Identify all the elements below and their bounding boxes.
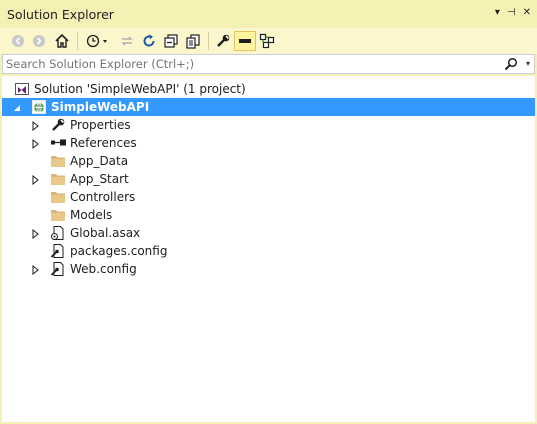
tree-item-label: Solution 'SimpleWebAPI' (1 project) [34,82,246,96]
tree-item[interactable]: Models [2,206,535,224]
tree-item-project[interactable]: SimpleWebAPI [2,98,535,116]
web-project-icon [31,99,47,115]
tree-item-label: Global.asax [70,226,141,240]
tree-item-label: SimpleWebAPI [51,100,150,114]
tree-item[interactable]: App_Start [2,170,535,188]
window-position-dropdown-icon[interactable]: ▾ [495,7,500,19]
tree-item-label: App_Data [70,154,129,168]
auto-hide-pin-icon[interactable]: ⊣ [507,7,516,19]
tree-item-label: App_Start [70,172,129,186]
pending-changes-icon[interactable] [84,31,110,51]
solution-icon [14,81,30,97]
collapsed-arrow-icon[interactable] [30,138,40,150]
toolbar-separator [208,32,209,50]
solution-tree: Solution 'SimpleWebAPI' (1 project) Simp… [2,76,535,422]
folder-icon [50,207,66,223]
tree-item[interactable]: Global.asax [2,224,535,242]
tree-item[interactable]: App_Data [2,152,535,170]
home-icon[interactable] [53,31,71,51]
properties-icon[interactable] [214,31,232,51]
config-file-icon [50,261,66,277]
panel-title: Solution Explorer [7,7,114,22]
tree-item-label: Properties [70,118,131,132]
tree-item-label: Models [70,208,113,222]
expanded-arrow-icon[interactable] [12,102,22,112]
tree-item[interactable]: packages.config [2,242,535,260]
tree-item-label: Web.config [70,262,137,276]
tree-item[interactable]: Properties [2,116,535,134]
sync-icon[interactable] [118,31,136,51]
toolbar [0,28,537,54]
folder-icon [50,153,66,169]
folder-icon [50,189,66,205]
folder-icon [50,171,66,187]
search-box[interactable]: ▾ [2,54,535,74]
title-bar: Solution Explorer ▾ ⊣ ✕ [0,0,537,28]
back-icon[interactable] [10,31,26,51]
tree-item-label: packages.config [70,244,168,258]
toolbar-separator [77,32,78,50]
tree-item-label: References [70,136,137,150]
collapsed-arrow-icon[interactable] [30,264,40,276]
refresh-icon[interactable] [140,31,158,51]
collapsed-arrow-icon[interactable] [30,174,40,186]
tree-item[interactable]: References [2,134,535,152]
collapse-all-icon[interactable] [162,31,180,51]
tree-item[interactable]: Controllers [2,188,535,206]
search-input[interactable] [6,56,496,72]
wrench-icon [50,117,66,133]
collapsed-arrow-icon[interactable] [30,120,40,132]
search-icon[interactable] [504,57,518,74]
collapsed-arrow-icon[interactable] [30,228,40,240]
view-class-diagram-icon[interactable] [258,31,276,51]
preview-selected-icon[interactable] [234,31,256,51]
tree-item[interactable]: Web.config [2,260,535,278]
title-controls: ▾ ⊣ ✕ [495,7,531,19]
search-options-dropdown-icon[interactable]: ▾ [526,59,530,68]
config-file-icon [50,243,66,259]
close-icon[interactable]: ✕ [523,7,531,19]
asax-file-icon [50,225,66,241]
forward-icon[interactable] [31,31,47,51]
tree-item-solution[interactable]: Solution 'SimpleWebAPI' (1 project) [2,80,535,98]
references-icon [50,135,66,151]
tree-item-label: Controllers [70,190,136,204]
show-all-files-icon[interactable] [184,31,202,51]
